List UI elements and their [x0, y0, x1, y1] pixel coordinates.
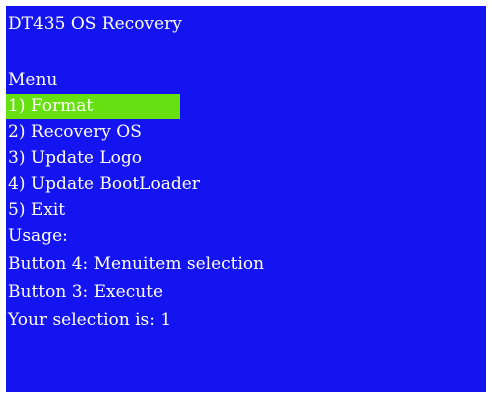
menu-item-recovery-os[interactable]: 2) Recovery OS [6, 120, 142, 145]
menu-item-update-logo[interactable]: 3) Update Logo [6, 146, 142, 171]
usage-heading: Usage: [8, 226, 68, 246]
selection-status: Your selection is: 1 [8, 310, 172, 330]
menu-heading: Menu [8, 70, 58, 90]
recovery-console-screen: DT435 OS Recovery Menu 1) Format 2) Reco… [6, 6, 486, 392]
menu-item-format[interactable]: 1) Format [6, 94, 180, 119]
console-title: DT435 OS Recovery [8, 14, 182, 34]
usage-line-menu-selection: Button 4: Menuitem selection [8, 254, 265, 274]
menu-item-exit[interactable]: 5) Exit [6, 198, 65, 223]
usage-line-execute: Button 3: Execute [8, 282, 164, 302]
menu-item-update-bootloader[interactable]: 4) Update BootLoader [6, 172, 200, 197]
